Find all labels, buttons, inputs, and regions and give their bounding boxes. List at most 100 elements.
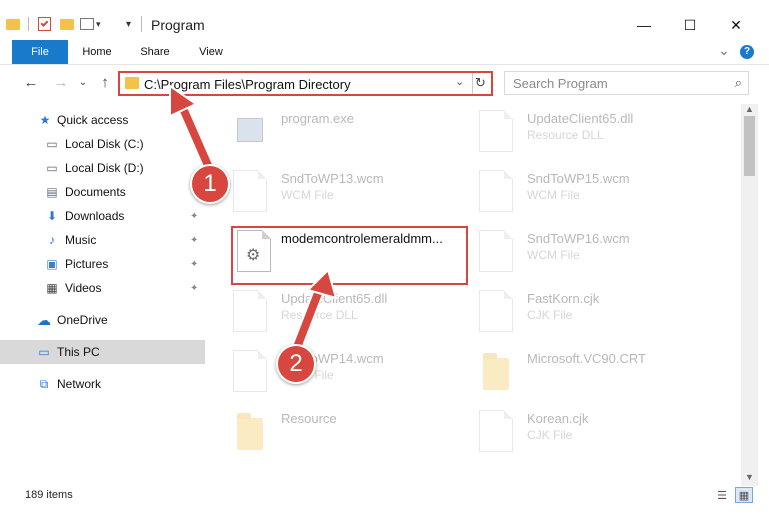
sidebar-item-local-disk-c[interactable]: ▭ Local Disk (C:) bbox=[0, 132, 205, 156]
file-name: UpdateClient65.dll bbox=[281, 291, 388, 306]
folder-icon bbox=[125, 77, 139, 89]
file-name: FastKorn.cjk bbox=[527, 291, 600, 306]
separator bbox=[28, 14, 29, 34]
scroll-down-icon[interactable]: ▼ bbox=[741, 472, 758, 482]
search-icon[interactable]: ⌕ bbox=[735, 75, 742, 91]
file-item[interactable]: Microsoft.VC90.CRT bbox=[459, 344, 695, 400]
file-type: WCM File bbox=[527, 188, 580, 202]
sidebar-item-network[interactable]: ⧉ Network bbox=[0, 372, 205, 396]
sidebar-item-label: Local Disk (C:) bbox=[65, 137, 144, 151]
sidebar-item-label: Network bbox=[57, 377, 102, 391]
document-icon bbox=[479, 230, 513, 272]
sidebar-item-label: Pictures bbox=[65, 257, 109, 271]
back-button[interactable]: ← bbox=[20, 72, 42, 92]
tab-share[interactable]: Share bbox=[132, 40, 178, 64]
pin-icon[interactable]: ✦ bbox=[190, 259, 198, 270]
up-button[interactable]: ↑ bbox=[94, 72, 116, 92]
file-name: Korean.cjk bbox=[527, 411, 589, 426]
pin-icon[interactable]: ✦ bbox=[190, 211, 198, 222]
quick-access-dropdown-icon[interactable]: ▾ bbox=[126, 14, 131, 34]
address-dropdown-icon[interactable]: ⌄ bbox=[455, 75, 464, 88]
videos-icon: ▦ bbox=[46, 281, 58, 295]
file-item[interactable]: SndToWP15.wcm WCM File bbox=[459, 164, 695, 220]
tab-file[interactable]: File bbox=[12, 40, 68, 64]
sidebar-item-pictures[interactable]: ▣ Pictures ✦ bbox=[0, 252, 205, 276]
scroll-up-icon[interactable]: ▲ bbox=[741, 104, 758, 114]
file-type: Resource DLL bbox=[527, 128, 604, 142]
drive-icon: ▭ bbox=[46, 137, 58, 151]
step-1-badge: 1 bbox=[190, 164, 230, 204]
sidebar-item-documents[interactable]: ▤ Documents bbox=[0, 180, 205, 204]
forward-button[interactable]: → bbox=[50, 72, 72, 92]
file-item[interactable]: Korean.cjk CJK File bbox=[459, 404, 695, 460]
search-box[interactable]: Search Program ⌕ bbox=[504, 71, 749, 95]
file-item[interactable]: SndToWP16.wcm WCM File bbox=[459, 224, 695, 280]
tab-home[interactable]: Home bbox=[74, 40, 120, 64]
address-bar[interactable]: C:\Program Files\Program Directory ⌄ ↻ bbox=[118, 71, 493, 96]
details-view-icon[interactable]: ☰ bbox=[713, 487, 731, 503]
folder-icon[interactable] bbox=[6, 14, 20, 34]
sidebar-item-quick-access[interactable]: ★ Quick access bbox=[0, 108, 205, 132]
vertical-scrollbar[interactable]: ▲ ▼ bbox=[741, 104, 758, 486]
downloads-icon: ⬇ bbox=[46, 209, 58, 223]
file-item[interactable]: UpdateClient65.dll Resource DLL bbox=[459, 104, 695, 160]
properties-icon[interactable] bbox=[38, 14, 51, 34]
minimize-button[interactable]: — bbox=[622, 10, 666, 40]
customize-quick-access-icon[interactable]: ▾ bbox=[80, 14, 101, 34]
large-icons-view-icon[interactable]: ▦ bbox=[735, 487, 753, 503]
address-path[interactable]: C:\Program Files\Program Directory bbox=[144, 77, 351, 92]
pin-icon[interactable]: ✦ bbox=[190, 235, 198, 246]
file-type: WCM File bbox=[281, 188, 334, 202]
item-count: 189 items bbox=[25, 489, 73, 501]
new-folder-icon[interactable] bbox=[60, 14, 74, 34]
sidebar-item-local-disk-d[interactable]: ▭ Local Disk (D:) bbox=[0, 156, 205, 180]
sidebar-item-label: Documents bbox=[65, 185, 126, 199]
sidebar-item-this-pc[interactable]: ▭ This PC bbox=[0, 340, 205, 364]
file-name: Microsoft.VC90.CRT bbox=[527, 351, 646, 366]
pin-icon[interactable]: ✦ bbox=[190, 283, 198, 294]
maximize-button[interactable]: ☐ bbox=[668, 10, 712, 40]
file-item[interactable]: FastKorn.cjk CJK File bbox=[459, 284, 695, 340]
dll-icon bbox=[479, 110, 513, 152]
file-name: UpdateClient65.dll bbox=[527, 111, 634, 126]
file-item[interactable]: program.exe bbox=[213, 104, 449, 160]
sidebar-item-downloads[interactable]: ⬇ Downloads ✦ bbox=[0, 204, 205, 228]
sidebar-item-label: This PC bbox=[57, 345, 100, 359]
refresh-icon[interactable]: ↻ bbox=[475, 75, 486, 91]
separator bbox=[472, 73, 473, 94]
tab-view[interactable]: View bbox=[188, 40, 234, 64]
sidebar-item-videos[interactable]: ▦ Videos ✦ bbox=[0, 276, 205, 300]
dll-icon bbox=[233, 290, 267, 332]
file-item[interactable]: Resource bbox=[213, 404, 449, 460]
file-type: CJK File bbox=[527, 428, 573, 442]
sidebar-item-label: Downloads bbox=[65, 209, 125, 223]
title-bar: ▾ ▾ Program — ☐ ✕ bbox=[0, 0, 769, 40]
pictures-icon: ▣ bbox=[46, 257, 58, 271]
step-2-badge: 2 bbox=[276, 344, 316, 384]
sidebar-item-label: Quick access bbox=[57, 113, 129, 127]
search-input[interactable]: Search Program bbox=[513, 76, 608, 91]
sidebar-item-onedrive[interactable]: ☁ OneDrive bbox=[0, 308, 205, 332]
exe-icon bbox=[233, 110, 267, 152]
sidebar-item-label: Music bbox=[65, 233, 97, 247]
file-item-highlighted[interactable]: ⚙ modemcontrolemeraldmm... bbox=[231, 224, 467, 280]
file-name: program.exe bbox=[281, 111, 354, 126]
file-name: SndToWP15.wcm bbox=[527, 171, 630, 186]
close-button[interactable]: ✕ bbox=[714, 10, 758, 40]
file-name: modemcontrolemeraldmm... bbox=[281, 231, 443, 246]
help-icon[interactable]: ? bbox=[740, 45, 754, 59]
window-title: Program bbox=[151, 17, 205, 33]
file-item[interactable]: SndToWP14.wcm WCM File bbox=[213, 344, 449, 400]
cloud-icon: ☁ bbox=[37, 311, 51, 328]
sidebar-item-music[interactable]: ♪ Music ✦ bbox=[0, 228, 205, 252]
file-item[interactable]: UpdateClient65.dll Resource DLL bbox=[213, 284, 449, 340]
file-item[interactable]: SndToWP13.wcm WCM File bbox=[213, 164, 449, 220]
computer-icon: ▭ bbox=[38, 345, 50, 359]
recent-locations-button[interactable]: ⌄ bbox=[72, 72, 94, 92]
network-icon: ⧉ bbox=[39, 376, 49, 391]
status-bar: 189 items ☰ ▦ bbox=[0, 486, 769, 519]
document-icon bbox=[233, 350, 267, 392]
expand-ribbon-icon[interactable]: ⌄ bbox=[718, 42, 730, 59]
folder-icon bbox=[483, 353, 509, 390]
scrollbar-thumb[interactable] bbox=[744, 116, 755, 176]
